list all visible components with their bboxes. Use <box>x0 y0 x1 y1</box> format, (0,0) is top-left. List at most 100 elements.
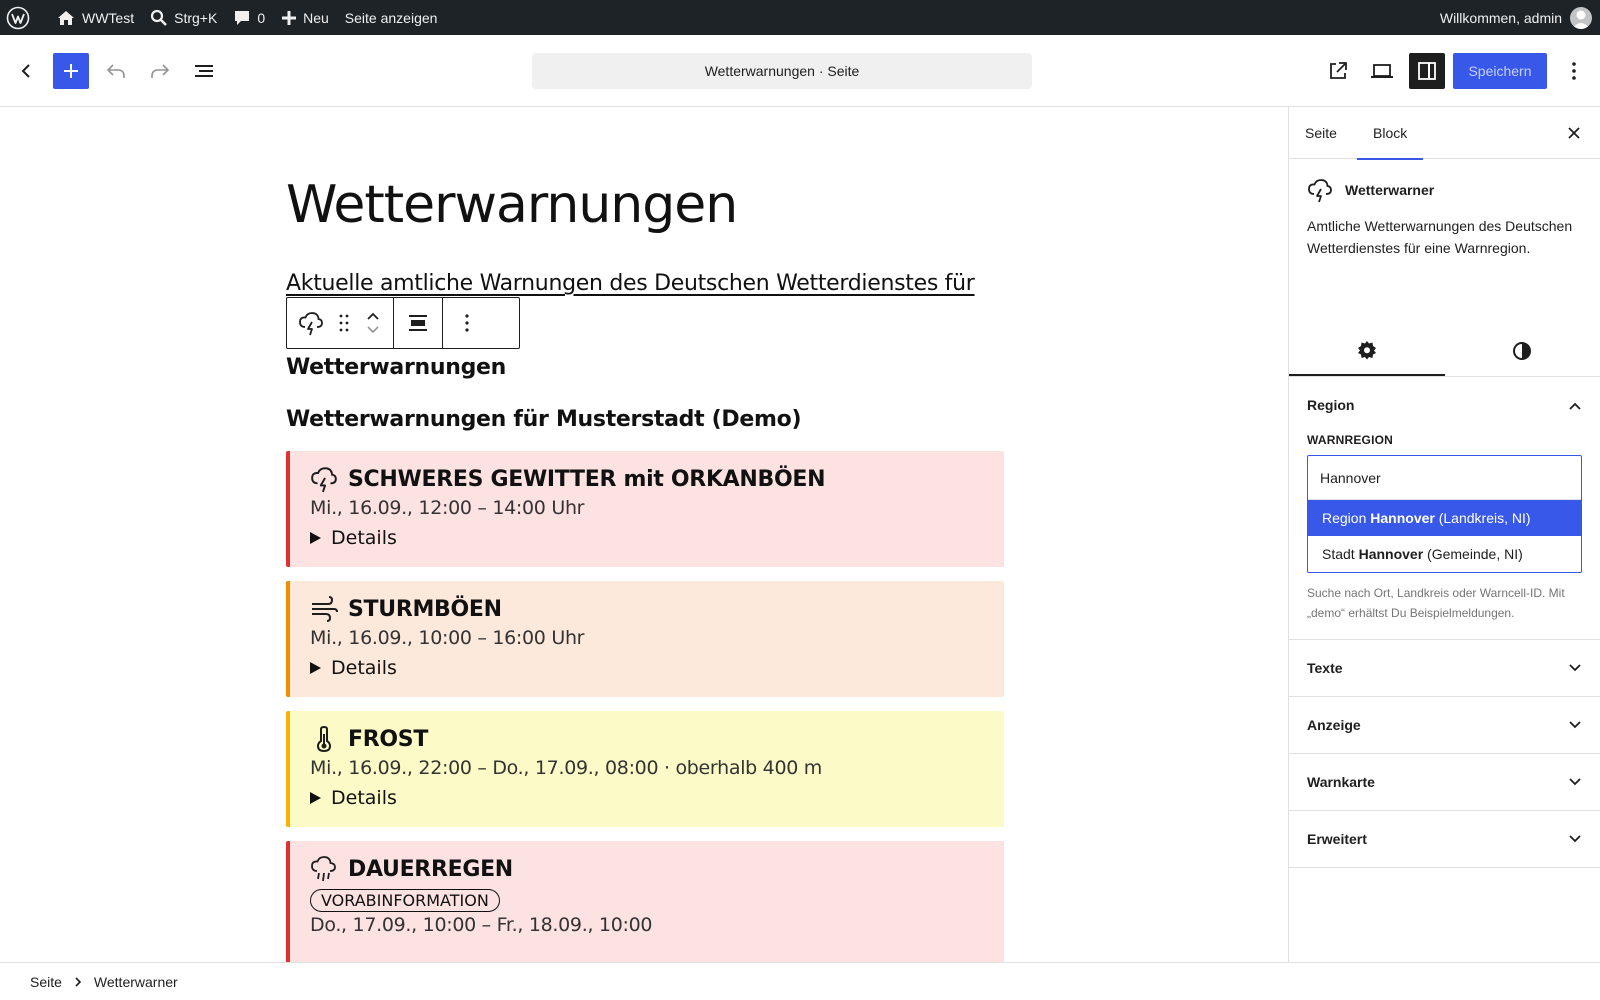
disclosure-triangle-icon <box>310 662 321 674</box>
display-panel: Anzeige <box>1289 697 1600 754</box>
block-type-button[interactable] <box>293 303 329 343</box>
plus-icon <box>282 10 297 25</box>
chevron-down-icon[interactable] <box>366 326 380 335</box>
texts-panel: Texte <box>1289 640 1600 697</box>
wordpress-logo-button[interactable] <box>0 0 38 35</box>
editor-header: Wetterwarnungen · Seite Speichern <box>0 35 1600 107</box>
advanced-panel: Erweitert <box>1289 811 1600 868</box>
user-icon <box>1572 10 1590 29</box>
move-buttons[interactable] <box>359 303 387 343</box>
chevron-down-icon <box>1569 720 1581 728</box>
tab-settings[interactable] <box>1289 325 1445 376</box>
site-name-link[interactable]: WWTest <box>48 0 142 35</box>
breadcrumb: Seite Wetterwarner <box>0 962 1600 1000</box>
option-match: Hannover <box>1370 510 1435 526</box>
disclosure-triangle-icon <box>310 532 321 544</box>
options-menu-button[interactable] <box>1556 53 1592 89</box>
comment-icon <box>235 10 250 25</box>
drag-handle[interactable] <box>331 303 357 343</box>
gear-icon <box>1357 340 1376 359</box>
more-vertical-icon <box>1572 62 1576 80</box>
undo-button[interactable] <box>98 53 134 89</box>
document-overview-button[interactable] <box>186 53 222 89</box>
warning-details-toggle[interactable]: Details <box>310 787 984 809</box>
block-inserter-button[interactable] <box>53 53 89 89</box>
editor-canvas[interactable]: Wetterwarnungen Aktuelle amtliche Warnun… <box>0 107 1288 962</box>
block-card: Wetterwarner Amtliche Wetterwarnungen de… <box>1289 159 1600 325</box>
settings-toggle-button[interactable] <box>1409 53 1445 89</box>
view-page-label: Seite anzeigen <box>344 9 438 26</box>
warning-title: STURMBÖEN <box>348 596 502 622</box>
back-button[interactable] <box>8 53 44 89</box>
thunderstorm-icon <box>299 312 323 336</box>
save-button[interactable]: Speichern <box>1453 53 1547 89</box>
breadcrumb-item[interactable]: Seite <box>30 974 62 990</box>
warning-title-row: SCHWERES GEWITTER mit ORKANBÖEN <box>310 463 984 495</box>
region-option[interactable]: Stadt Hannover (Gemeinde, NI) <box>1308 536 1581 572</box>
warning-title-row: STURMBÖEN <box>310 593 984 625</box>
my-account-link[interactable]: Willkommen, admin <box>1439 6 1600 29</box>
redo-button[interactable] <box>142 53 178 89</box>
chevron-down-icon <box>1569 834 1581 842</box>
warnmap-panel: Warnkarte <box>1289 754 1600 811</box>
tab-page[interactable]: Seite <box>1289 107 1353 159</box>
new-content-link[interactable]: Neu <box>273 0 337 35</box>
panel-title: Erweitert <box>1307 831 1367 847</box>
chevron-up-icon[interactable] <box>366 311 380 320</box>
search-command-button[interactable]: Strg+K <box>142 0 225 35</box>
close-sidebar-button[interactable] <box>1558 117 1590 149</box>
option-suffix: (Gemeinde, NI) <box>1423 546 1523 562</box>
document-title: Wetterwarnungen · Seite <box>704 63 860 79</box>
search-shortcut-label: Strg+K <box>174 9 218 26</box>
advanced-panel-toggle[interactable]: Erweitert <box>1289 811 1600 867</box>
view-page-link[interactable]: Seite anzeigen <box>337 0 446 35</box>
warning-region-heading: Wetterwarnungen für Musterstadt (Demo) <box>286 407 802 432</box>
details-label: Details <box>331 787 397 809</box>
welcome-text: Willkommen, admin <box>1439 9 1562 26</box>
drag-handle-icon <box>339 314 349 332</box>
plus-icon <box>64 64 78 78</box>
warning-title-row: DAUERREGEN <box>310 853 984 885</box>
option-suffix: (Landkreis, NI) <box>1434 510 1531 526</box>
block-description: Amtliche Wetterwarnungen des Deutschen W… <box>1307 218 1573 256</box>
view-page-button[interactable] <box>1320 53 1356 89</box>
warning-time: Do., 17.09., 10:00 – Fr., 18.09., 10:00 <box>310 914 653 936</box>
warning-title: SCHWERES GEWITTER mit ORKANBÖEN <box>348 466 826 492</box>
warning-card: STURMBÖEN Mi., 16.09., 10:00 – 16:00 Uhr… <box>286 581 1004 697</box>
block-card-header: Wetterwarner <box>1307 177 1582 203</box>
block-options-button[interactable] <box>449 303 485 343</box>
list-view-icon <box>195 65 213 77</box>
device-preview-button[interactable] <box>1364 53 1400 89</box>
warning-card: SCHWERES GEWITTER mit ORKANBÖEN Mi., 16.… <box>286 451 1004 567</box>
texts-panel-toggle[interactable]: Texte <box>1289 640 1600 696</box>
warning-details-toggle[interactable]: Details <box>310 527 984 549</box>
avatar <box>1570 6 1592 29</box>
contrast-icon <box>1513 341 1532 360</box>
tab-block[interactable]: Block <box>1357 107 1424 160</box>
region-option[interactable]: Region Hannover (Landkreis, NI) <box>1308 500 1581 536</box>
warning-details-toggle[interactable]: Details <box>310 657 984 679</box>
display-panel-toggle[interactable]: Anzeige <box>1289 697 1600 753</box>
chevron-down-icon <box>1569 777 1581 785</box>
document-title-bar[interactable]: Wetterwarnungen · Seite <box>532 53 1032 89</box>
options-group <box>443 298 491 348</box>
warnmap-panel-toggle[interactable]: Warnkarte <box>1289 754 1600 810</box>
block-toolbar <box>286 297 520 349</box>
status-badge: VORABINFORMATION <box>310 889 500 912</box>
more-vertical-icon <box>465 314 469 332</box>
region-panel-toggle[interactable]: Region <box>1289 377 1600 433</box>
comments-link[interactable]: 0 <box>225 0 273 35</box>
align-button[interactable] <box>400 303 436 343</box>
close-icon <box>1568 127 1580 139</box>
breadcrumb-item[interactable]: Wetterwarner <box>94 974 178 990</box>
desktop-icon <box>1371 64 1393 78</box>
block-toolbar-group <box>287 298 394 348</box>
intro-paragraph[interactable]: Aktuelle amtliche Warnungen des Deutsche… <box>286 271 975 296</box>
panel-title: Warnkarte <box>1307 774 1375 790</box>
panel-title: Anzeige <box>1307 717 1361 733</box>
disclosure-triangle-icon <box>310 792 321 804</box>
page-title[interactable]: Wetterwarnungen <box>286 175 738 235</box>
option-prefix: Stadt <box>1322 546 1359 562</box>
tab-styles[interactable] <box>1445 325 1600 376</box>
region-search-input[interactable]: Hannover <box>1308 456 1581 500</box>
